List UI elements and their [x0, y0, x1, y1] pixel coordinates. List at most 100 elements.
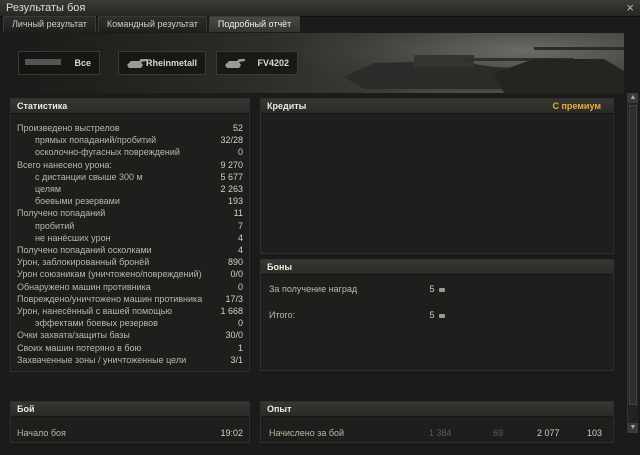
- stats-label: Получено попаданий осколками: [17, 245, 152, 255]
- stats-value: 0: [237, 147, 243, 158]
- bonds-total-row: Итого: 5: [261, 310, 613, 321]
- stats-label: Своих машин потеряно в бою: [17, 342, 142, 353]
- stats-row: Всего нанесено урона: 9 270: [11, 160, 249, 171]
- battle-row: Начало боя 19:02: [11, 428, 249, 439]
- stats-row: Произведено выстрелов 52: [11, 123, 249, 134]
- battle-header: Бой: [11, 402, 249, 417]
- bond-icon: [439, 287, 445, 292]
- vehicle-tab-all[interactable]: Все: [18, 51, 100, 75]
- stats-label: осколочно-фугасных повреждений: [35, 147, 180, 158]
- stats-value: 30/0: [225, 330, 243, 341]
- tab-team-result[interactable]: Командный результат: [97, 16, 207, 32]
- battle-start-value: 19:02: [220, 428, 243, 438]
- stats-value: 1: [237, 342, 243, 353]
- stats-label: Повреждено/уничтожено машин противника: [17, 293, 203, 304]
- bonds-total-value: 5: [429, 310, 445, 321]
- stats-label: Всего нанесено урона:: [17, 159, 112, 170]
- tank-silhouette-image: [344, 47, 624, 93]
- stats-row: боевыми резервами 193: [11, 196, 249, 207]
- stats-row: целям 2 263: [11, 184, 249, 195]
- stats-value: 5 677: [220, 171, 243, 182]
- window-titlebar: Результаты боя ×: [0, 0, 640, 17]
- stats-value: 0: [237, 281, 243, 292]
- stats-label: Произведено выстрелов: [17, 123, 120, 133]
- vehicle-tab-fv4202[interactable]: FV4202: [216, 51, 298, 75]
- battle-panel: Бой Начало боя 19:02: [10, 401, 250, 443]
- credits-panel: Кредиты С премиум: [260, 98, 614, 254]
- stats-label: пробитий: [35, 220, 75, 231]
- tab-bar: Личный результат Командный результат Под…: [3, 16, 302, 32]
- stats-value: 11: [233, 208, 243, 219]
- bonds-value: 5: [429, 284, 445, 295]
- stats-label: Получено попаданий: [17, 208, 106, 219]
- stats-row: Урон, заблокированный бронёй 890: [11, 257, 249, 268]
- experience-panel: Опыт Начислено за бой 1 384 69 2 077 103: [260, 401, 614, 443]
- stats-label: Захваченные зоны / уничтоженные цели: [17, 354, 187, 365]
- vehicle-tab-label: Все: [74, 58, 91, 68]
- scrollbar[interactable]: ▲ ▼: [627, 93, 638, 433]
- stats-label: с дистанции свыше 300 м: [35, 171, 143, 182]
- vehicle-tab-rheinmetall[interactable]: Rheinmetall: [118, 51, 206, 75]
- stats-row: не нанёсших урон 4: [11, 233, 249, 244]
- credits-header: Кредиты С премиум: [261, 99, 613, 114]
- scroll-up-icon[interactable]: ▲: [628, 93, 638, 103]
- stats-label: прямых попаданий/пробитий: [35, 135, 157, 146]
- vehicle-banner: Все Rheinmetall FV4202: [2, 33, 624, 93]
- stats-row: эффектами боевых резервов 0: [11, 318, 249, 329]
- experience-row: Начислено за бой 1 384 69 2 077 103: [261, 428, 613, 439]
- tank-icon: [225, 59, 245, 68]
- stats-row: Своих машин потеряно в бою 1: [11, 343, 249, 354]
- battle-start-label: Начало боя: [17, 428, 66, 438]
- scroll-thumb[interactable]: [629, 105, 637, 405]
- stats-value: 9 270: [220, 159, 243, 170]
- stats-row: Получено попаданий 11: [11, 208, 249, 219]
- bonds-row: За получение наград 5: [261, 284, 613, 295]
- premium-label: С премиум: [552, 101, 601, 111]
- stats-label: не нанёсших урон: [35, 232, 111, 243]
- stats-header: Статистика: [11, 99, 249, 114]
- stats-row: Обнаружено машин противника 0: [11, 282, 249, 293]
- stats-label: Урон, заблокированный бронёй: [17, 257, 150, 268]
- stats-row: Захваченные зоны / уничтоженные цели 3/1: [11, 355, 249, 366]
- stats-label: Урон, нанесённый с вашей помощью: [17, 306, 173, 316]
- stats-row: Урон союзникам (уничтожено/повреждений) 0…: [11, 269, 249, 280]
- close-icon[interactable]: ×: [626, 0, 634, 15]
- stats-value: 7: [237, 220, 243, 231]
- stats-row: пробитий 7: [11, 221, 249, 232]
- tab-personal-result[interactable]: Личный результат: [3, 16, 96, 32]
- stats-value: 890: [227, 257, 243, 268]
- stats-row: Урон, нанесённый с вашей помощью 1 668: [11, 306, 249, 317]
- stats-panel: Статистика Произведено выстрелов 52 прямых…: [10, 98, 250, 372]
- stats-value: 0/0: [230, 269, 243, 280]
- stats-row: прямых попаданий/пробитий 32/28: [11, 135, 249, 146]
- stats-row: Очки захвата/защиты базы 30/0: [11, 330, 249, 341]
- experience-header: Опыт: [261, 402, 613, 417]
- scroll-down-icon[interactable]: ▼: [628, 423, 638, 433]
- stats-value: 2 263: [220, 184, 243, 194]
- stats-label: эффектами боевых резервов: [35, 318, 158, 329]
- vehicle-tab-label: FV4202: [257, 58, 289, 68]
- bonds-header: Боны: [261, 260, 613, 275]
- stats-row: осколочно-фугасных повреждений 0: [11, 147, 249, 158]
- experience-premium-free: 103: [587, 428, 603, 438]
- stats-row: Повреждено/уничтожено машин противника 17…: [11, 294, 249, 305]
- stats-value: 4: [237, 245, 243, 255]
- stats-row: Получено попаданий осколками 4: [11, 245, 249, 256]
- stats-value: 3/1: [230, 354, 243, 365]
- experience-base: 1 384: [429, 428, 452, 438]
- tab-detailed-report[interactable]: Подробный отчёт: [208, 16, 301, 32]
- bonds-label: За получение наград: [269, 284, 358, 294]
- stats-value: 1 668: [220, 306, 243, 316]
- stats-label: целям: [35, 184, 62, 194]
- bond-icon: [439, 313, 445, 318]
- credits-title: Кредиты: [267, 101, 307, 111]
- stats-value: 4: [237, 232, 243, 243]
- experience-premium: 2 077: [537, 428, 560, 438]
- experience-label: Начислено за бой: [269, 428, 345, 438]
- all-vehicles-icon: [25, 59, 61, 65]
- stats-row: с дистанции свыше 300 м 5 677: [11, 172, 249, 183]
- window-title: Результаты боя: [6, 2, 86, 14]
- stats-value: 17/3: [225, 293, 243, 304]
- stats-value: 193: [227, 196, 243, 207]
- stats-label: Очки захвата/защиты базы: [17, 330, 130, 341]
